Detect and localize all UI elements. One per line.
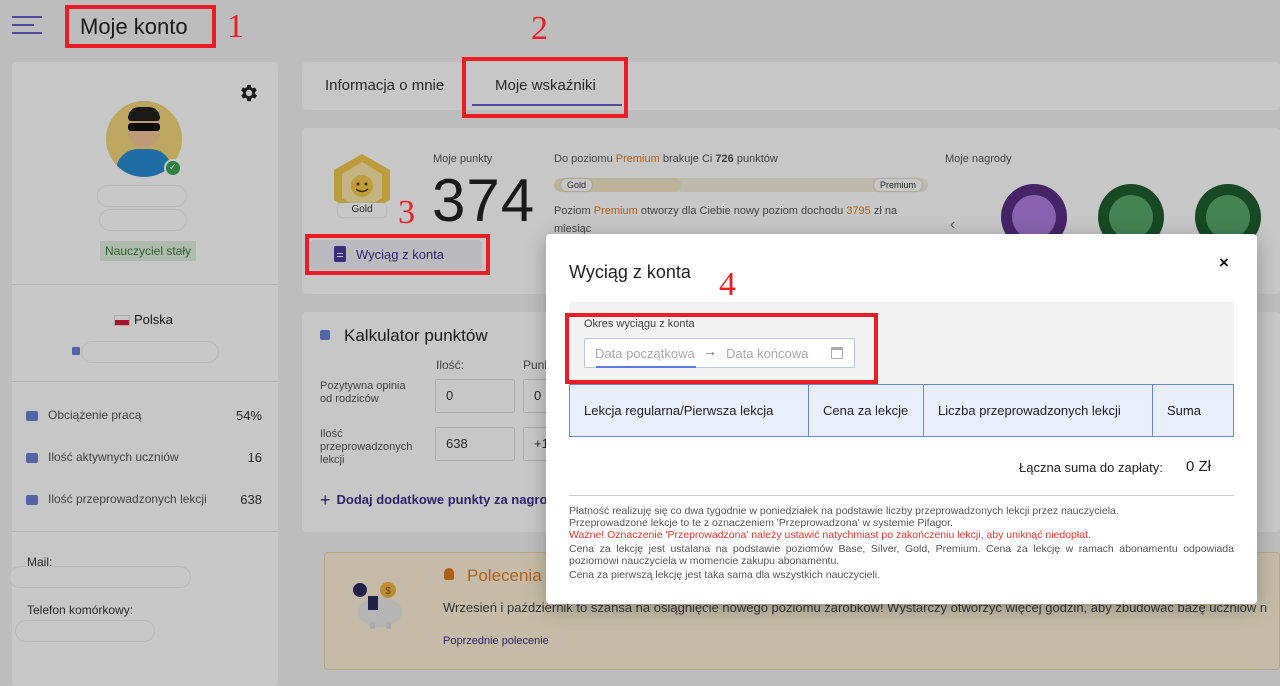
col-lesson-price: Cena za lekcje: [809, 385, 924, 436]
col-lessons-count: Liczba przeprowadzonych lekcji: [924, 385, 1153, 436]
payment-warning: Ważne! Oznaczenie 'Przeprowadzona' należ…: [569, 529, 1091, 541]
payment-note: Cena za lekcję jest ustalana na podstawi…: [569, 543, 1234, 567]
close-icon[interactable]: ×: [1219, 253, 1229, 273]
annotation-box-2: [462, 57, 628, 118]
annotation-number-1: 1: [227, 8, 244, 45]
modal-title: Wyciąg z konta: [569, 262, 691, 282]
annotation-box-4: [565, 313, 878, 384]
total-value: 0 Zł: [1186, 458, 1212, 475]
annotation-box-3: [305, 234, 490, 275]
col-sum: Suma: [1167, 403, 1201, 418]
annotation-number-2: 2: [531, 10, 548, 47]
col-lesson-type: Lekcja regularna/Pierwsza lekcja: [570, 385, 809, 436]
statement-table-header: Lekcja regularna/Pierwsza lekcja Cena za…: [569, 384, 1234, 437]
annotation-number-3: 3: [398, 194, 415, 231]
divider: [569, 495, 1234, 496]
payment-note: Przeprowadzone lekcje to te z oznaczenie…: [569, 517, 953, 529]
total-label: Łączna suma do zapłaty:: [1019, 460, 1163, 475]
payment-note: Płatność realizuję się co dwa tygodnie w…: [569, 505, 1119, 517]
payment-note: Cena za pierwszą lekcję jest taka sama d…: [569, 569, 881, 581]
annotation-box-1: [65, 5, 216, 48]
annotation-number-4: 4: [719, 266, 736, 303]
